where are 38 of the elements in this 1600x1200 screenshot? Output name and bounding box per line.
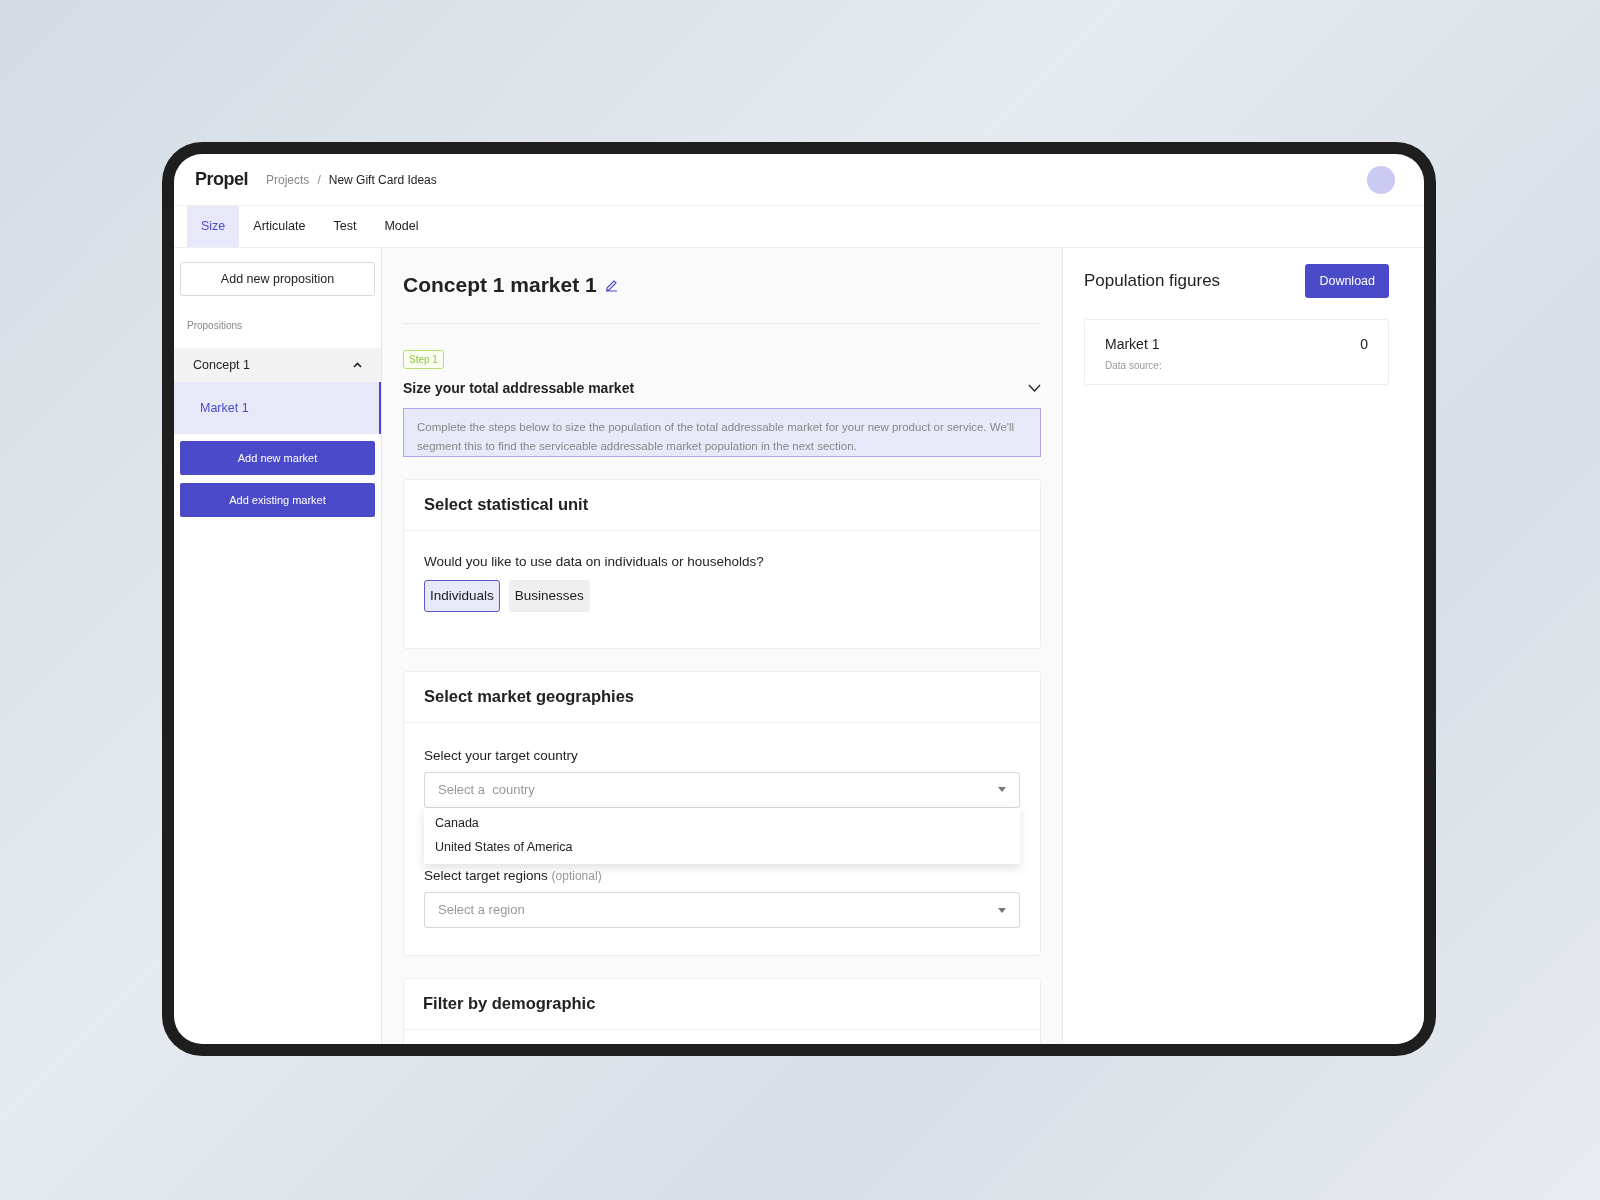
market-button[interactable]: Add existing market (180, 483, 375, 517)
breadcrumb-separator: / (317, 171, 321, 189)
add-proposition-button[interactable]: Add new proposition (180, 262, 375, 296)
market-button[interactable]: Add new market (180, 441, 375, 475)
breadcrumb-link[interactable]: Projects (266, 170, 310, 189)
tab[interactable]: Model (370, 206, 433, 247)
info-text: Complete the steps below to size the population of the total addressable market for your new product or service. We'll segment this to find the serviceable addressable market population in the next section. (417, 419, 1016, 454)
breadcrumb-link[interactable]: New Gift Card Ideas (328, 170, 437, 189)
card-title: Select statistical unit (424, 494, 589, 516)
tab[interactable]: Articulate (239, 206, 320, 247)
unit-toggle[interactable]: Individuals (424, 579, 500, 612)
question-text: Would you like to use data on individuals or households? (423, 552, 765, 571)
caret-icon (998, 907, 1006, 913)
tab[interactable]: Size (187, 206, 240, 247)
population-value: 0 (1360, 335, 1368, 354)
dropdown-option[interactable]: Canada (424, 811, 1020, 836)
step-badge: Step 1 (403, 349, 444, 369)
dropdown-option[interactable]: United States of America (424, 835, 1020, 860)
chevron-down-icon[interactable] (1028, 384, 1041, 392)
download-button[interactable]: Download (1305, 264, 1389, 298)
chevron-up-icon (353, 362, 362, 368)
field-label: Select your target country (424, 746, 579, 765)
market-item[interactable]: Market 1 (174, 382, 381, 434)
page-title: Concept 1 market 1 (403, 272, 597, 298)
field-label: Select target regions (optional) (424, 866, 603, 885)
data-source-label: Data source: (1105, 359, 1162, 373)
optional-hint: (optional) (551, 868, 602, 883)
proposition-item[interactable]: Concept 1 (174, 348, 381, 382)
section-label: Propositions (187, 319, 244, 333)
panel-title: Population figures (1084, 270, 1221, 293)
tab[interactable]: Test (319, 206, 371, 247)
card-title: Select market geographies (424, 686, 634, 708)
market-name: Market 1 (1105, 335, 1161, 354)
logo[interactable]: Propel (195, 166, 248, 193)
step-heading: Size your total addressable market (403, 378, 635, 398)
unit-toggle[interactable]: Businesses (508, 579, 590, 612)
card-title: Filter by demographic (423, 993, 596, 1015)
caret-icon (998, 787, 1006, 793)
